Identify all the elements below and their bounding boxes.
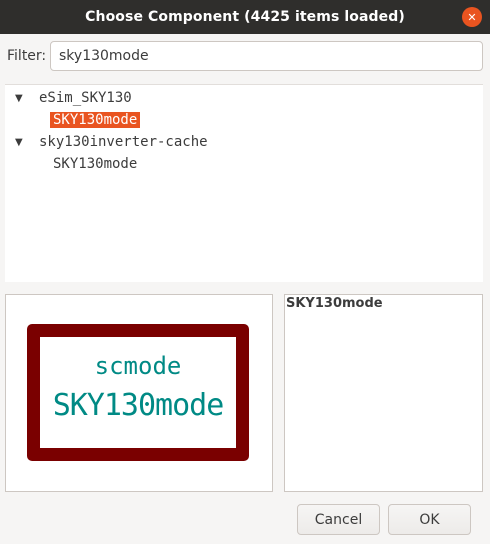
- component-tree[interactable]: ▼ eSim_SKY130 SKY130mode ▼ sky130inverte…: [5, 84, 483, 282]
- symbol-value: SKY130mode: [52, 388, 225, 423]
- tree-item-label: SKY130mode: [50, 112, 141, 128]
- dialog-body: Filter: ▼ eSim_SKY130 SKY130mode ▼ sky13…: [0, 34, 490, 544]
- ok-button[interactable]: OK: [388, 504, 471, 535]
- close-button[interactable]: ✕: [462, 7, 482, 27]
- tree-group-sky130inverter-cache[interactable]: ▼ sky130inverter-cache: [5, 132, 208, 152]
- tree-item-label: SKY130mode: [53, 156, 138, 172]
- tree-group-esim-sky130[interactable]: ▼ eSim_SKY130: [5, 88, 132, 108]
- symbol-preview: scmode SKY130mode: [5, 294, 273, 492]
- close-icon: ✕: [467, 10, 477, 24]
- tree-item[interactable]: SKY130mode: [53, 154, 137, 174]
- title-bar: Choose Component (4425 items loaded) ✕: [0, 0, 490, 34]
- details-panel: SKY130mode: [284, 294, 483, 492]
- filter-label: Filter:: [7, 48, 47, 64]
- symbol-reference: scmode: [94, 352, 182, 380]
- expander-down-icon[interactable]: ▼: [15, 93, 25, 104]
- details-title: SKY130mode: [286, 296, 383, 311]
- symbol-body: scmode SKY130mode: [27, 324, 249, 461]
- tree-item-selected[interactable]: SKY130mode: [50, 110, 141, 130]
- tree-group-label: eSim_SKY130: [39, 90, 132, 106]
- cancel-button[interactable]: Cancel: [297, 504, 380, 535]
- filter-input[interactable]: [50, 41, 483, 71]
- tree-group-label: sky130inverter-cache: [39, 134, 208, 150]
- expander-down-icon[interactable]: ▼: [15, 137, 25, 148]
- window-title: Choose Component (4425 items loaded): [85, 9, 405, 25]
